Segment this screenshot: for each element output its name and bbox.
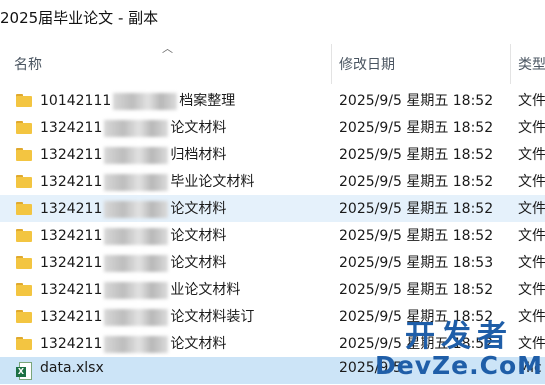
redacted-text <box>104 119 169 137</box>
file-type: Mic <box>518 360 542 376</box>
redacted-text <box>104 227 169 245</box>
column-header-date[interactable]: 修改日期 <box>339 54 395 74</box>
file-type: 文件 <box>518 336 545 352</box>
folder-name: 1324211 论文材料 <box>40 200 227 218</box>
file-type: 文件 <box>518 93 545 109</box>
folder-name: 1324211 毕业论文材料 <box>40 173 255 191</box>
column-divider[interactable] <box>331 44 332 84</box>
file-type: 文件 <box>518 201 545 217</box>
modified-date: 2025/9/5 星期五 18:52 <box>339 228 494 244</box>
file-type: 文件 <box>518 309 545 325</box>
column-divider[interactable] <box>510 44 511 84</box>
redacted-text <box>104 173 169 191</box>
folder-row[interactable]: 1324211 归档材料 2025/9/5 星期五 18:52 文件 <box>0 141 545 168</box>
file-type: 文件 <box>518 120 545 136</box>
window-title: 2025届毕业论文 - 副本 <box>0 9 159 27</box>
modified-date: 2025/9/5 星期五 18:52 <box>339 201 494 217</box>
folder-row[interactable]: 10142111 档案整理 2025/9/5 星期五 18:52 文件 <box>0 87 545 114</box>
folder-icon <box>16 121 32 134</box>
folder-icon <box>16 256 32 269</box>
file-type: 文件 <box>518 282 545 298</box>
redacted-text <box>104 146 169 164</box>
folder-row[interactable]: 1324211 论文材料 2025/9/5 星期五 18:52 文件 <box>0 330 545 357</box>
folder-icon <box>16 310 32 323</box>
modified-date: 2025/9/5 星期五 18:52 <box>339 309 494 325</box>
folder-icon <box>16 175 32 188</box>
modified-date: 2025/9/5 星期五 18:52 <box>339 282 494 298</box>
redacted-text <box>113 92 178 110</box>
folder-name: 1324211 论文材料 <box>40 119 227 137</box>
folder-icon <box>16 229 32 242</box>
column-header-type[interactable]: 类型 <box>518 54 545 74</box>
modified-date: 2025/9/5 <box>339 360 402 376</box>
file-row-selected[interactable]: X data.xlsx 2025/9/5 Mic <box>0 357 545 384</box>
file-type: 文件 <box>518 147 545 163</box>
folder-name: 1324211 论文材料 <box>40 227 227 245</box>
modified-date: 2025/9/5 星期五 18:52 <box>339 174 494 190</box>
folder-row[interactable]: 1324211 毕业论文材料 2025/9/5 星期五 18:52 文件 <box>0 168 545 195</box>
folder-row[interactable]: 1324211 论文材料 2025/9/5 星期五 18:52 文件 <box>0 222 545 249</box>
file-list: 10142111 档案整理 2025/9/5 星期五 18:52 文件 13242… <box>0 87 545 384</box>
folder-name: 1324211 论文材料 <box>40 254 227 272</box>
modified-date: 2025/9/5 星期五 18:52 <box>339 93 494 109</box>
modified-date: 2025/9/5 星期五 18:53 <box>339 255 494 271</box>
folder-name: 10142111 档案整理 <box>40 92 236 110</box>
folder-row-hover[interactable]: 1324211 论文材料 2025/9/5 星期五 18:52 文件 <box>0 195 545 222</box>
file-type: 文件 <box>518 255 545 271</box>
folder-icon <box>16 202 32 215</box>
folder-icon <box>16 148 32 161</box>
redacted-text <box>104 335 169 353</box>
folder-name: 1324211 论文材料装订 <box>40 308 255 326</box>
folder-row[interactable]: 1324211 论文材料 2025/9/5 星期五 18:53 文件 <box>0 249 545 276</box>
folder-icon <box>16 283 32 296</box>
redacted-text <box>104 281 169 299</box>
folder-row[interactable]: 1324211 业论文材料 2025/9/5 星期五 18:52 文件 <box>0 276 545 303</box>
folder-icon <box>16 94 32 107</box>
file-type: 文件 <box>518 228 545 244</box>
sort-ascending-icon: ︿ <box>162 42 173 55</box>
modified-date: 2025/9/5 星期五 18:52 <box>339 120 494 136</box>
modified-date: 2025/9/5 星期五 18:52 <box>339 336 494 352</box>
folder-row[interactable]: 1324211 论文材料装订 2025/9/5 星期五 18:52 文件 <box>0 303 545 330</box>
excel-file-icon: X <box>16 362 32 380</box>
redacted-text <box>104 254 169 272</box>
folder-name: 1324211 归档材料 <box>40 146 227 164</box>
column-header: ︿ 名称 修改日期 类型 <box>0 36 545 88</box>
redacted-text <box>104 200 169 218</box>
column-header-name[interactable]: 名称 <box>14 54 42 74</box>
redacted-text <box>104 308 169 326</box>
folder-icon <box>16 337 32 350</box>
folder-row[interactable]: 1324211 论文材料 2025/9/5 星期五 18:52 文件 <box>0 114 545 141</box>
file-type: 文件 <box>518 174 545 190</box>
folder-name: 1324211 业论文材料 <box>40 281 241 299</box>
folder-name: 1324211 论文材料 <box>40 335 227 353</box>
file-name: data.xlsx <box>40 360 104 376</box>
modified-date: 2025/9/5 星期五 18:52 <box>339 147 494 163</box>
